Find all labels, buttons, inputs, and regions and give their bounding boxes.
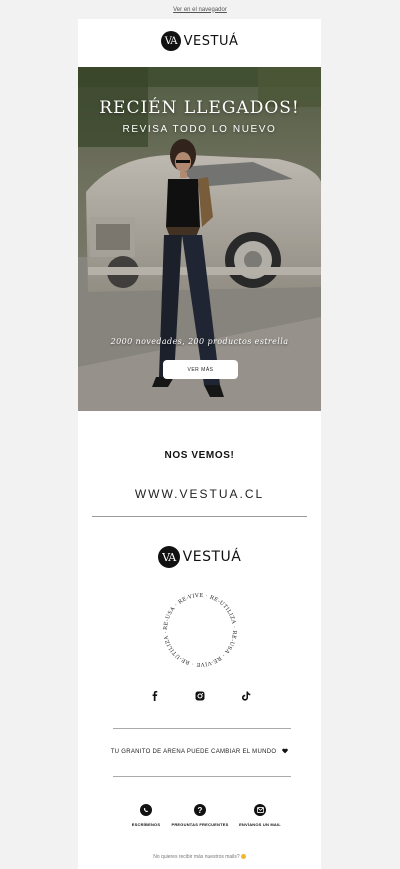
logo-mark: VA bbox=[160, 31, 181, 51]
smile-emoji-icon bbox=[240, 854, 246, 859]
logo-mark: VA bbox=[157, 546, 180, 568]
email-card: VA VESTUÁ RECIÉN LLEGADOS! REVISA TODO L… bbox=[78, 19, 321, 869]
question-icon: ? bbox=[194, 804, 206, 816]
brand-logo-header[interactable]: VA VESTUÁ bbox=[78, 31, 321, 51]
brand-logo-footer[interactable]: VA VESTUÁ bbox=[78, 546, 321, 568]
social-links bbox=[78, 690, 321, 702]
divider bbox=[92, 516, 307, 517]
tiktok-icon[interactable] bbox=[240, 690, 252, 702]
see-more-button[interactable]: VER MÁS bbox=[163, 360, 238, 379]
circular-slogan-text: RE-USA · RE-VIVE · RE-UTILIZA · RE-USA ·… bbox=[163, 593, 237, 667]
see-you-heading: NOS VEMOS! bbox=[164, 450, 235, 461]
website-link[interactable]: WWW.VESTUA.CL bbox=[78, 487, 321, 501]
whatsapp-icon bbox=[140, 804, 152, 816]
tagline: TU GRANITO DE ARENA PUEDE CAMBIAR EL MUN… bbox=[78, 748, 321, 755]
contact-label: ENVÍANOS UN MAIL bbox=[239, 822, 281, 827]
contact-links: ESCRÍBENOS ? PREGUNTAS FRECUENTES ENVÍAN… bbox=[78, 804, 321, 834]
unsubscribe-line[interactable]: No quieres recibir más nuestros mails? bbox=[78, 854, 321, 860]
svg-text:RE-USA · RE-VIVE · RE-UTILIZA: RE-USA · RE-VIVE · RE-UTILIZA · RE-USA ·… bbox=[163, 593, 237, 667]
logo-wordmark: VESTUÁ bbox=[182, 549, 242, 565]
top-bar: Ver en el navegador bbox=[0, 0, 400, 19]
facebook-icon[interactable] bbox=[149, 690, 161, 702]
hero-note: 2000 novedades, 200 productos estrella bbox=[110, 337, 289, 346]
view-in-browser-link[interactable]: Ver en el navegador bbox=[173, 7, 227, 13]
instagram-icon[interactable] bbox=[194, 690, 206, 702]
divider bbox=[113, 776, 291, 777]
hero-subtitle: REVISA TODO LO NUEVO bbox=[122, 124, 277, 135]
mail-icon bbox=[254, 804, 266, 816]
heart-icon bbox=[282, 748, 289, 755]
logo-wordmark: VESTUÁ bbox=[183, 33, 239, 49]
unsubscribe-text: No quieres recibir más nuestros mails? bbox=[153, 854, 240, 860]
divider bbox=[113, 728, 291, 729]
hero-banner[interactable]: RECIÉN LLEGADOS! REVISA TODO LO NUEVO 20… bbox=[78, 67, 321, 411]
hero-title: RECIÉN LLEGADOS! bbox=[99, 98, 300, 118]
circular-slogan: RE-USA · RE-VIVE · RE-UTILIZA · RE-USA ·… bbox=[163, 593, 237, 667]
contact-mail[interactable]: ENVÍANOS UN MAIL bbox=[225, 804, 295, 827]
tagline-text: TU GRANITO DE ARENA PUEDE CAMBIAR EL MUN… bbox=[110, 749, 277, 755]
